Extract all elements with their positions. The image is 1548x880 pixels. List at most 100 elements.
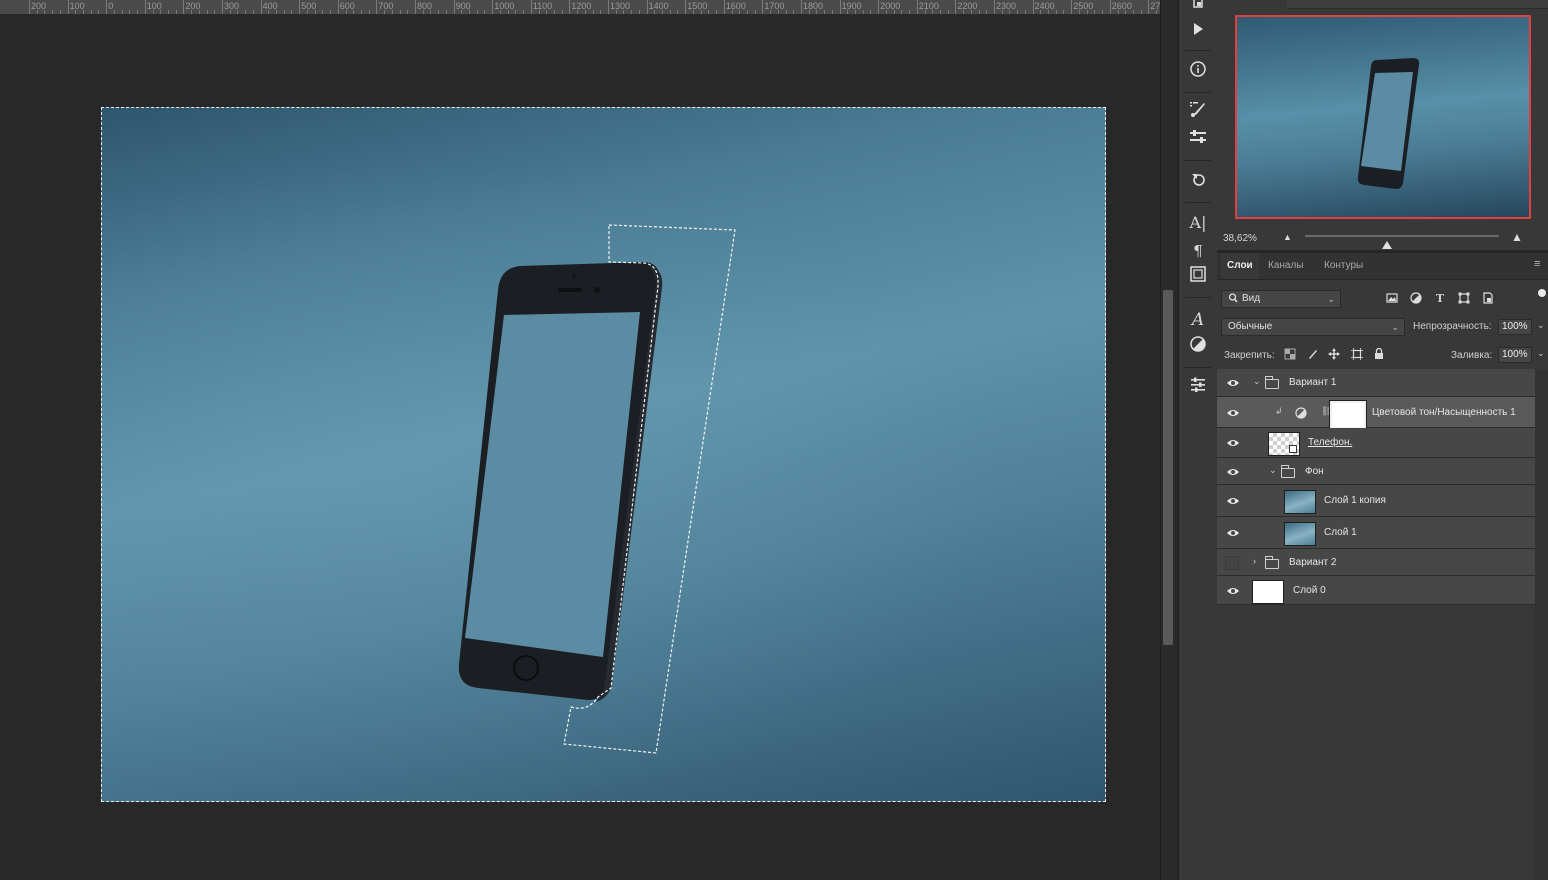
eye-icon[interactable] <box>1226 378 1240 392</box>
filter-kind-label: Вид <box>1242 293 1261 304</box>
chevron-down-icon[interactable]: ⌄ <box>1253 376 1261 387</box>
layer-row[interactable]: › Вариант 2 <box>1217 549 1535 576</box>
character-styles-icon[interactable]: A <box>1183 307 1213 333</box>
blend-row: Обычные ⌄ Непрозрачность: 100% ⌄ <box>1217 317 1548 341</box>
eye-icon[interactable] <box>1226 528 1240 542</box>
play-icon[interactable] <box>1183 19 1213 45</box>
phone-camera <box>594 287 600 293</box>
chevron-down-icon[interactable]: ⌄ <box>1269 465 1277 476</box>
glyphs-icon[interactable] <box>1183 265 1213 291</box>
layer-row[interactable]: ↲ ⛓ Цветовой тон/Насыщенность 1 <box>1217 397 1535 430</box>
folder-icon <box>1265 555 1279 569</box>
chevron-down-icon: ⌄ <box>1327 294 1335 304</box>
layer-filter-row: Вид ⌄ T <box>1217 289 1548 313</box>
phone-illustration <box>458 224 736 754</box>
brush-presets-icon[interactable] <box>1183 100 1213 126</box>
eye-icon[interactable] <box>1226 408 1240 422</box>
phone-speaker <box>558 288 582 292</box>
adjust-sliders-icon[interactable] <box>1183 128 1213 154</box>
phone-sensor <box>572 274 576 278</box>
filter-type-icon[interactable]: T <box>1433 292 1447 306</box>
eye-icon[interactable] <box>1226 586 1240 600</box>
layers-scrollbar[interactable] <box>1535 369 1548 880</box>
tab-layers[interactable]: Слои <box>1221 253 1259 279</box>
layer-mask-thumbnail[interactable] <box>1329 399 1367 430</box>
adjustment-layer-icon <box>1295 406 1307 419</box>
eye-icon[interactable] <box>1226 438 1240 452</box>
filter-toggle-icon[interactable] <box>1535 288 1548 302</box>
layers-panel-tabs: Слои Каналы Контуры ≡ <box>1217 253 1548 280</box>
layer-row[interactable]: Слой 1 копия <box>1217 485 1535 517</box>
chevron-down-icon: ⌄ <box>1391 322 1399 332</box>
character-icon[interactable]: A| <box>1183 210 1213 236</box>
layer-name: Слой 1 копия <box>1324 495 1386 506</box>
filter-kind-dropdown[interactable]: Вид ⌄ <box>1221 290 1341 308</box>
layer-row[interactable]: Телефон. <box>1217 428 1535 458</box>
navigator-phone <box>1357 58 1420 189</box>
lock-position-icon[interactable] <box>1327 348 1341 362</box>
lock-label: Закрепить: <box>1224 350 1275 361</box>
visibility-toggle[interactable] <box>1225 555 1239 570</box>
layer-name: Вариант 2 <box>1289 556 1337 568</box>
layer-thumbnail[interactable] <box>1284 522 1316 546</box>
opacity-chevron-icon[interactable]: ⌄ <box>1537 320 1545 331</box>
zoom-slider-handle[interactable] <box>1382 241 1392 249</box>
layer-row[interactable]: Слой 0 <box>1217 576 1535 605</box>
clone-source-icon[interactable] <box>1183 170 1213 196</box>
navigator-zoom-row: 38,62% ▲ ▲ <box>1217 228 1548 250</box>
panel-menu-icon[interactable]: ≡ <box>1534 259 1544 270</box>
layer-name: Телефон. <box>1308 437 1353 448</box>
layer-thumbnail[interactable] <box>1252 579 1284 604</box>
layer-row[interactable]: Слой 1 <box>1217 517 1535 549</box>
filter-smart-object-icon[interactable] <box>1481 292 1495 306</box>
fill-field[interactable]: 100% <box>1498 347 1532 363</box>
eye-icon[interactable] <box>1226 467 1240 481</box>
layer-name: Слой 0 <box>1293 584 1326 596</box>
layer-thumbnail[interactable] <box>1284 490 1316 514</box>
clipping-mask-icon: ↲ <box>1275 405 1283 416</box>
lock-row: Закрепить: Заливка: 100% ⌄ <box>1217 345 1548 369</box>
lock-transparency-icon[interactable] <box>1283 348 1297 362</box>
lock-all-icon[interactable] <box>1372 347 1386 362</box>
vertical-scrollbar[interactable] <box>1160 0 1175 880</box>
blend-mode-dropdown[interactable]: Обычные ⌄ <box>1221 318 1405 336</box>
fill-chevron-icon[interactable]: ⌄ <box>1537 348 1545 359</box>
properties-icon[interactable] <box>1183 376 1213 402</box>
layer-row[interactable]: ⌄ Фон <box>1217 458 1535 485</box>
filter-adjustment-icon[interactable] <box>1409 292 1423 306</box>
blend-mode-value: Обычные <box>1228 321 1273 332</box>
fill-label: Заливка: <box>1451 350 1493 361</box>
layer-row[interactable]: ⌄ Вариант 1 <box>1217 369 1535 397</box>
paragraph-icon[interactable]: ¶ <box>1183 238 1213 264</box>
tab-channels[interactable]: Каналы <box>1262 253 1310 279</box>
zoom-in-icon[interactable]: ▲ <box>1511 230 1523 244</box>
panel-top-strip <box>1287 0 1548 9</box>
layer-name: Цветовой тон/Насыщенность 1 <box>1372 406 1516 418</box>
info-icon[interactable] <box>1183 60 1213 86</box>
tab-paths[interactable]: Контуры <box>1318 253 1369 279</box>
scrollbar-thumb[interactable] <box>1163 290 1173 645</box>
navigator-preview[interactable] <box>1235 15 1531 219</box>
right-panel: 38,62% ▲ ▲ Слои Каналы Контуры ≡ Вид ⌄ T <box>1217 0 1548 880</box>
search-icon <box>1228 291 1238 311</box>
folder-icon <box>1265 376 1279 389</box>
zoom-value[interactable]: 38,62% <box>1223 233 1257 244</box>
smart-object-icon <box>1289 445 1297 453</box>
lock-pixels-icon[interactable] <box>1306 348 1320 362</box>
filter-shape-icon[interactable] <box>1457 292 1471 306</box>
layer-name: Слой 1 <box>1324 527 1357 538</box>
filter-pixel-icon[interactable] <box>1385 292 1399 306</box>
layer-name: Вариант 1 <box>1289 377 1337 388</box>
history-brush-icon[interactable] <box>1183 0 1213 20</box>
zoom-out-icon[interactable]: ▲ <box>1283 232 1292 242</box>
zoom-slider[interactable] <box>1305 235 1499 249</box>
chevron-right-icon[interactable]: › <box>1253 556 1256 566</box>
lock-artboard-icon[interactable] <box>1350 348 1364 362</box>
eye-icon[interactable] <box>1226 496 1240 510</box>
folder-icon <box>1281 464 1295 478</box>
opacity-label: Непрозрачность: <box>1413 321 1492 332</box>
adjustments-icon[interactable] <box>1183 335 1213 361</box>
layer-name: Фон <box>1305 465 1324 477</box>
panel-icon-strip: A| ¶ A <box>1178 0 1218 880</box>
opacity-field[interactable]: 100% <box>1498 319 1532 335</box>
